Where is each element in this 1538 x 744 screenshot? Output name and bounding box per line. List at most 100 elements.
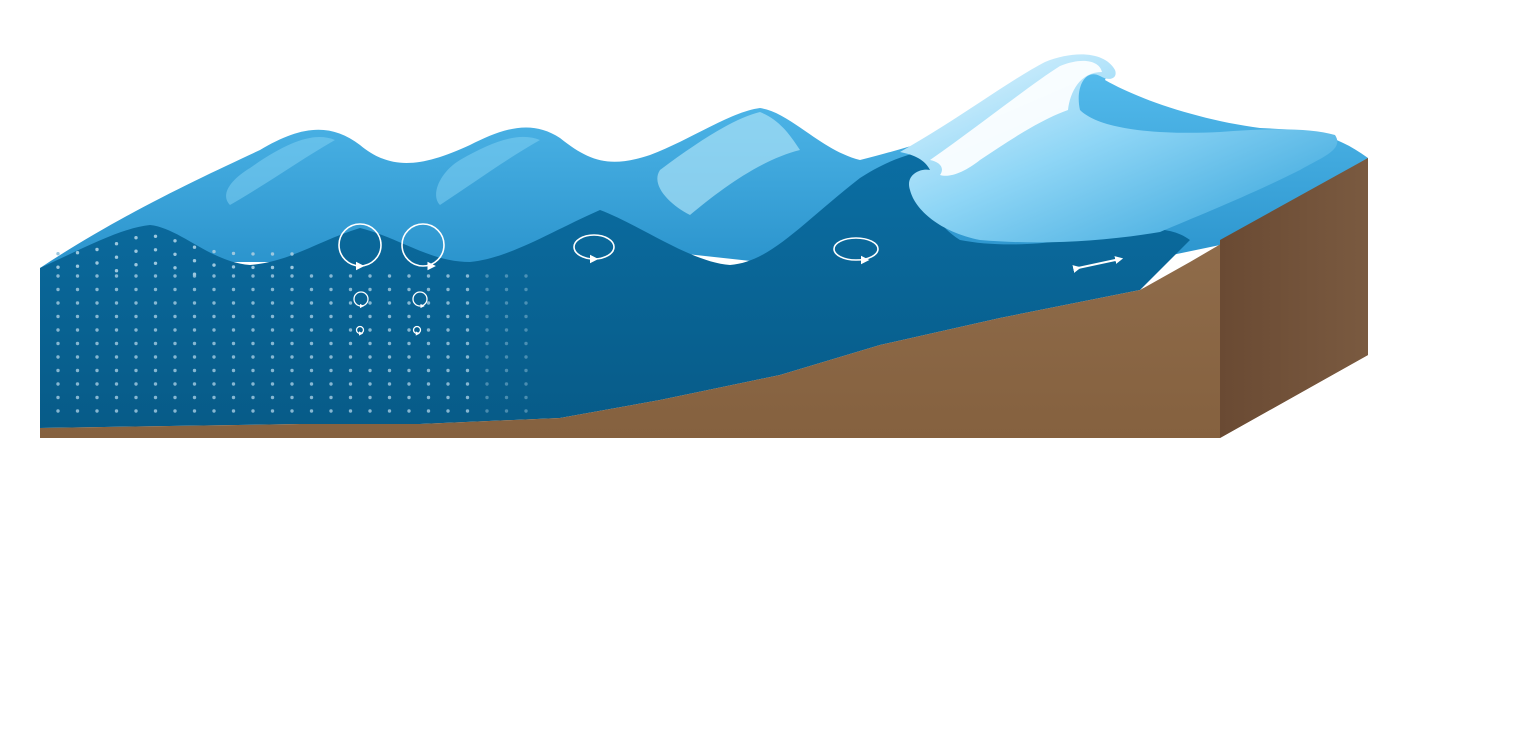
particle-dot: [251, 382, 255, 386]
particle-dot: [270, 368, 275, 373]
particle-dot: [485, 355, 489, 359]
particle-dot: [192, 409, 197, 413]
particle-dot: [231, 368, 236, 373]
particle-dot: [270, 287, 275, 292]
particle-dot: [485, 301, 489, 305]
particle-dot: [426, 274, 431, 278]
particle-dot: [173, 341, 177, 346]
particle-dot: [134, 263, 138, 267]
particle-dot: [290, 314, 294, 319]
particle-dot: [75, 314, 80, 319]
particle-dot: [465, 409, 470, 413]
particle-dot: [231, 395, 236, 400]
particle-dot: [231, 274, 236, 278]
particle-dot: [153, 341, 158, 346]
particle-dot: [56, 287, 60, 292]
particle-dot: [212, 314, 216, 319]
particle-dot: [56, 274, 60, 278]
particle-dot: [75, 264, 80, 268]
particle-dot: [114, 382, 119, 386]
particle-dot: [446, 328, 450, 332]
particle-dot: [387, 301, 392, 305]
particle-dot: [114, 355, 119, 359]
particle-dot: [153, 248, 158, 252]
particle-dot: [114, 287, 119, 292]
particle-dot: [75, 382, 80, 386]
particle-dot: [465, 274, 470, 278]
particle-dot: [270, 328, 275, 332]
particle-dot: [134, 274, 138, 278]
particle-dot: [348, 287, 353, 292]
particle-dot: [426, 328, 431, 332]
particle-dot: [329, 409, 333, 413]
particle-dot: [75, 409, 80, 413]
particle-dot: [173, 239, 177, 243]
particle-dot: [134, 382, 138, 386]
particle-dot: [173, 287, 177, 292]
particle-dot: [407, 301, 411, 305]
particle-dot: [153, 301, 158, 305]
particle-dot: [368, 274, 372, 278]
particle-dot: [368, 409, 372, 413]
particle-dot: [387, 274, 392, 278]
particle-dot: [407, 355, 411, 359]
particle-dot: [290, 382, 294, 386]
particle-dot: [192, 341, 197, 346]
particle-dot: [192, 382, 197, 386]
particle-dot: [114, 314, 119, 319]
particle-dot: [348, 328, 353, 332]
particle-dot: [387, 341, 392, 346]
particle-dot: [485, 341, 489, 346]
particle-dot: [251, 409, 255, 413]
particle-dot: [114, 409, 119, 413]
particle-dot: [251, 274, 255, 278]
particle-dot: [309, 328, 314, 332]
particle-dot: [524, 274, 528, 278]
particle-dot: [524, 409, 528, 413]
particle-dot: [192, 245, 197, 249]
particle-dot: [290, 355, 294, 359]
particle-dot: [407, 395, 411, 400]
particle-dot: [192, 328, 197, 332]
particle-dot: [426, 409, 431, 413]
particle-dot: [504, 301, 509, 305]
particle-dot: [446, 341, 450, 346]
particle-dot: [153, 395, 158, 400]
particle-dot: [134, 287, 138, 292]
particle-dot: [114, 269, 119, 273]
particle-dot: [387, 328, 392, 332]
particle-dot: [348, 382, 353, 386]
particle-dot: [329, 395, 333, 400]
particle-dot: [290, 395, 294, 400]
particle-dot: [192, 272, 197, 276]
particle-dot: [56, 368, 60, 373]
particle-dot: [75, 368, 80, 373]
particle-dot: [465, 314, 470, 319]
particle-dot: [368, 382, 372, 386]
particle-dot: [348, 395, 353, 400]
particle-dot: [192, 259, 197, 263]
particle-dot: [368, 355, 372, 359]
particle-dot: [134, 249, 138, 253]
particle-dot: [524, 395, 528, 400]
particle-dot: [309, 395, 314, 400]
particle-dot: [329, 301, 333, 305]
ocean-cross-section: [40, 54, 1368, 438]
particle-dot: [173, 314, 177, 319]
particle-dot: [231, 382, 236, 386]
particle-dot: [290, 301, 294, 305]
particle-dot: [309, 314, 314, 319]
particle-dot: [231, 314, 236, 319]
particle-dot: [485, 328, 489, 332]
particle-dot: [192, 287, 197, 292]
particle-dot: [212, 382, 216, 386]
particle-dot: [387, 355, 392, 359]
particle-dot: [192, 301, 197, 305]
particle-dot: [309, 301, 314, 305]
particle-dot: [173, 266, 177, 270]
particle-dot: [153, 274, 158, 278]
particle-dot: [270, 382, 275, 386]
particle-dot: [426, 287, 431, 292]
particle-dot: [56, 265, 60, 269]
particle-dot: [212, 355, 216, 359]
